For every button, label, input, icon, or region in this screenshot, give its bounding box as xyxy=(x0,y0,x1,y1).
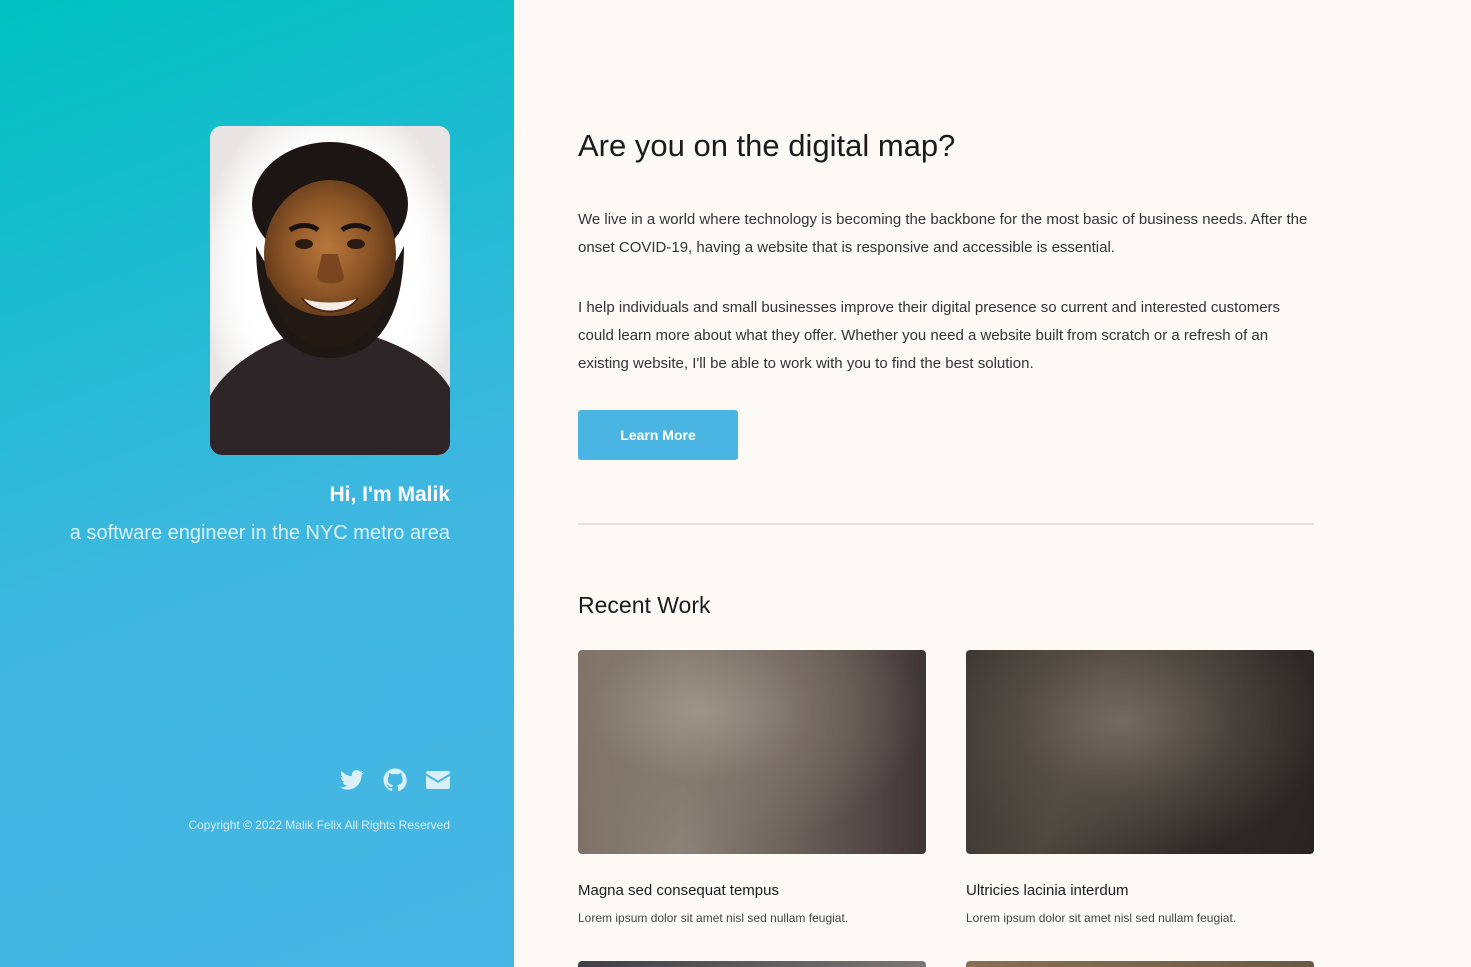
page-title: Are you on the digital map? xyxy=(578,128,956,163)
work-title: Magna sed consequat tempus xyxy=(578,882,779,899)
tagline: a software engineer in the NYC metro are… xyxy=(69,522,450,544)
twitter-link[interactable] xyxy=(340,768,364,792)
section-divider xyxy=(578,523,1314,525)
github-link[interactable] xyxy=(383,768,407,792)
copyright-text: Copyright © 2022 Malik Felix All Rights … xyxy=(188,818,450,832)
recent-work-heading: Recent Work xyxy=(578,592,711,618)
avatar-photo xyxy=(210,126,450,455)
work-description: Lorem ipsum dolor sit amet nisl sed null… xyxy=(966,911,1237,925)
github-icon xyxy=(383,768,407,792)
learn-more-button[interactable]: Learn More xyxy=(578,410,738,460)
email-link[interactable] xyxy=(426,768,450,792)
work-thumbnail[interactable] xyxy=(578,961,926,967)
work-thumbnail[interactable] xyxy=(966,961,1314,967)
envelope-icon xyxy=(426,771,450,789)
twitter-icon xyxy=(340,770,364,790)
work-title: Ultricies lacinia interdum xyxy=(966,882,1129,899)
greeting-heading: Hi, I'm Malik xyxy=(329,483,450,506)
page: Hi, I'm Malik a software engineer in the… xyxy=(0,0,1471,967)
work-thumbnail[interactable] xyxy=(966,650,1314,854)
intro-paragraph: We live in a world where technology is b… xyxy=(578,211,1308,256)
sidebar: Hi, I'm Malik a software engineer in the… xyxy=(0,0,514,967)
work-thumbnail[interactable] xyxy=(578,650,926,854)
work-card[interactable]: Ultricies lacinia interdum Lorem ipsum d… xyxy=(966,650,1314,925)
work-card[interactable]: Magna sed consequat tempus Lorem ipsum d… xyxy=(578,650,926,925)
main-content: Are you on the digital map? We live in a… xyxy=(514,0,1471,967)
services-paragraph: I help individuals and small businesses … xyxy=(578,299,1281,372)
social-links xyxy=(340,768,450,792)
avatar xyxy=(210,126,450,455)
work-description: Lorem ipsum dolor sit amet nisl sed null… xyxy=(578,911,849,925)
